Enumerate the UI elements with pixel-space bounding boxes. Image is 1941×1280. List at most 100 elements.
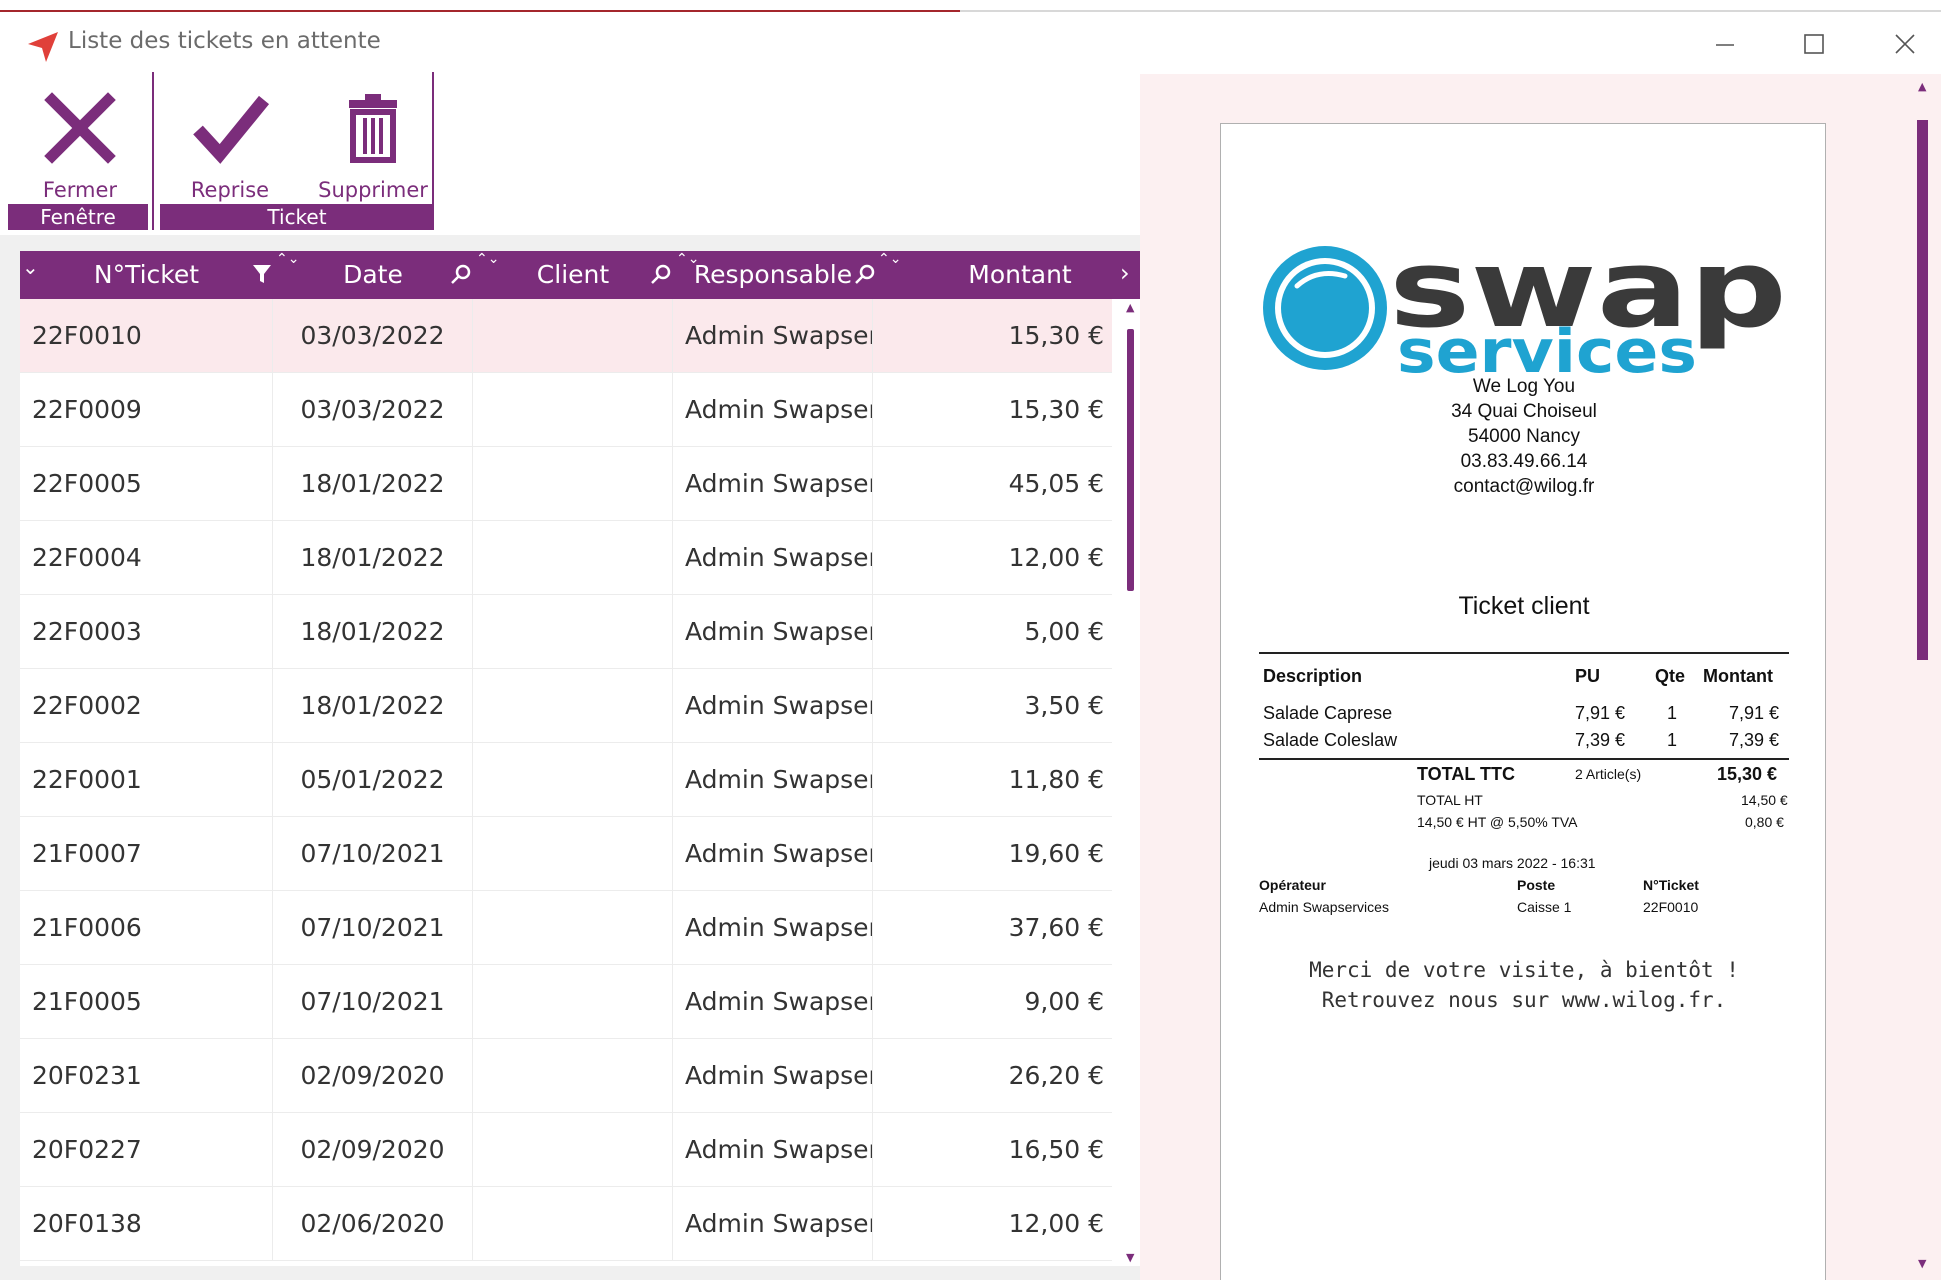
company-phone: 03.83.49.66.14	[1460, 451, 1588, 472]
poste-value: Caisse 1	[1517, 899, 1572, 915]
col-description: Description	[1263, 666, 1363, 686]
scrollbar-thumb[interactable]	[1917, 120, 1928, 660]
search-icon[interactable]	[450, 263, 472, 290]
responsable-cell: Admin Swapserv	[673, 1113, 873, 1187]
table-row[interactable]: 20F0227 02/09/2020 Admin Swapserv 16,50 €	[20, 1113, 1112, 1187]
swap-services-logo: swap services	[1263, 242, 1787, 382]
ticket-number-label: N°Ticket	[1643, 877, 1699, 893]
thank-you-message: Merci de votre visite, à bientôt !	[1309, 958, 1739, 982]
date-cell: 07/10/2021	[273, 817, 473, 891]
responsable-cell: Admin Swapserv	[673, 817, 873, 891]
col-montant: Montant	[1703, 666, 1773, 686]
responsable-cell: Admin Swapserv	[673, 373, 873, 447]
date-cell: 18/01/2022	[273, 595, 473, 669]
montant-cell: 37,60 €	[1008, 913, 1104, 942]
minimize-button[interactable]	[1695, 24, 1755, 64]
search-icon[interactable]	[650, 263, 672, 290]
column-header-client[interactable]: Client	[473, 251, 673, 299]
scrollbar-thumb[interactable]	[1127, 329, 1134, 591]
company-address: 34 Quai Choiseul	[1451, 401, 1597, 422]
ribbon-separator	[432, 72, 434, 230]
table-row[interactable]: 22F0001 05/01/2022 Admin Swapserv 11,80 €	[20, 743, 1112, 817]
supprimer-button[interactable]: Supprimer	[308, 82, 438, 202]
search-icon[interactable]	[854, 263, 876, 290]
scroll-up-icon[interactable]: ▲	[1918, 80, 1926, 93]
responsable-cell: Admin Swapserv	[673, 595, 873, 669]
responsable-cell: Admin Swapserv	[673, 1039, 873, 1113]
column-header-montant[interactable]: Montant	[900, 251, 1140, 299]
client-cell	[473, 817, 673, 891]
responsable-cell: Admin Swapserv	[673, 669, 873, 743]
table-row[interactable]: 21F0007 07/10/2021 Admin Swapserv 19,60 €	[20, 817, 1112, 891]
table-row[interactable]: 22F0005 18/01/2022 Admin Swapserv 45,05 €	[20, 447, 1112, 521]
table-row[interactable]: 21F0005 07/10/2021 Admin Swapserv 9,00 €	[20, 965, 1112, 1039]
date-cell: 18/01/2022	[273, 521, 473, 595]
sort-icon[interactable]: ⌃⌄	[878, 251, 901, 267]
table-row[interactable]: 22F0010 03/03/2022 Admin Swapserv 15,30 €	[20, 299, 1112, 373]
preview-scrollbar[interactable]: ▲ ▼	[1900, 80, 1928, 1270]
table-row[interactable]: 21F0006 07/10/2021 Admin Swapserv 37,60 €	[20, 891, 1112, 965]
montant-cell: 11,80 €	[1008, 765, 1104, 794]
client-cell	[473, 521, 673, 595]
scroll-down-icon[interactable]: ▼	[1918, 1257, 1926, 1270]
minimize-icon	[1716, 44, 1734, 46]
montant-cell: 12,00 €	[1008, 543, 1104, 572]
trash-icon	[349, 94, 397, 163]
filter-icon[interactable]	[252, 263, 272, 290]
responsable-cell: Admin Swapserv	[673, 299, 873, 373]
table-scrollbar[interactable]: ▲ ▼	[1124, 299, 1140, 1266]
montant-cell: 45,05 €	[1008, 469, 1104, 498]
receipt-document: swap services We Log You 34 Quai Choiseu…	[1220, 123, 1826, 1280]
ticket-number-cell: 22F0004	[20, 521, 273, 595]
poste-label: Poste	[1517, 877, 1556, 893]
column-header-date[interactable]: Date	[273, 251, 473, 299]
date-cell: 05/01/2022	[273, 743, 473, 817]
client-cell	[473, 1187, 673, 1261]
client-cell	[473, 595, 673, 669]
date-cell: 02/06/2020	[273, 1187, 473, 1261]
ribbon-group-label: Fenêtre	[8, 204, 148, 230]
table-row[interactable]: 22F0002 18/01/2022 Admin Swapserv 3,50 €	[20, 669, 1112, 743]
montant-cell: 12,00 €	[1008, 1209, 1104, 1238]
ticket-number-cell: 20F0231	[20, 1039, 273, 1113]
ticket-number-cell: 21F0007	[20, 817, 273, 891]
item-pu: 7,91 €	[1575, 703, 1626, 723]
receipt-heading: Ticket client	[1458, 592, 1590, 620]
maximize-button[interactable]	[1784, 24, 1844, 64]
close-window-button[interactable]	[1875, 24, 1935, 64]
client-cell	[473, 1039, 673, 1113]
table-row[interactable]: 22F0003 18/01/2022 Admin Swapserv 5,00 €	[20, 595, 1112, 669]
item-qte: 1	[1667, 703, 1678, 723]
col-qte: Qte	[1655, 666, 1686, 686]
title-bar: Liste des tickets en attente	[0, 14, 1941, 72]
date-cell: 02/09/2020	[273, 1113, 473, 1187]
table-row[interactable]: 20F0231 02/09/2020 Admin Swapserv 26,20 €	[20, 1039, 1112, 1113]
ticket-number-value: 22F0010	[1643, 899, 1699, 915]
ticket-number-cell: 22F0003	[20, 595, 273, 669]
ribbon-group-fenetre: Fermer Fenêtre	[8, 72, 152, 230]
table-row[interactable]: 22F0004 18/01/2022 Admin Swapserv 12,00 €	[20, 521, 1112, 595]
montant-cell: 5,00 €	[1024, 617, 1104, 646]
item-pu: 7,39 €	[1575, 730, 1626, 750]
montant-cell: 3,50 €	[1024, 691, 1104, 720]
table-row[interactable]: 22F0009 03/03/2022 Admin Swapserv 15,30 €	[20, 373, 1112, 447]
item-qte: 1	[1667, 730, 1678, 750]
reprise-button[interactable]: Reprise	[170, 82, 290, 202]
ticket-number-cell: 21F0006	[20, 891, 273, 965]
scroll-down-icon[interactable]: ▼	[1126, 1251, 1134, 1264]
tva-label: 14,50 € HT @ 5,50% TVA	[1417, 814, 1578, 830]
table-row[interactable]: 20F0138 02/06/2020 Admin Swapserv 12,00 €	[20, 1187, 1112, 1261]
company-city: 54000 Nancy	[1468, 426, 1580, 447]
ribbon-separator	[152, 72, 154, 230]
chevron-right-icon[interactable]: ›	[1120, 259, 1130, 287]
column-header-ticket[interactable]: N°Ticket	[20, 251, 273, 299]
window-title: Liste des tickets en attente	[68, 28, 381, 54]
reprise-label: Reprise	[190, 178, 270, 202]
column-header-responsable[interactable]: Responsable	[673, 251, 873, 299]
scroll-up-icon[interactable]: ▲	[1126, 301, 1134, 314]
client-cell	[473, 1113, 673, 1187]
operateur-label: Opérateur	[1259, 877, 1326, 893]
item-desc: Salade Caprese	[1263, 703, 1393, 723]
montant-cell: 19,60 €	[1008, 839, 1104, 868]
fermer-button[interactable]: Fermer	[20, 82, 140, 202]
